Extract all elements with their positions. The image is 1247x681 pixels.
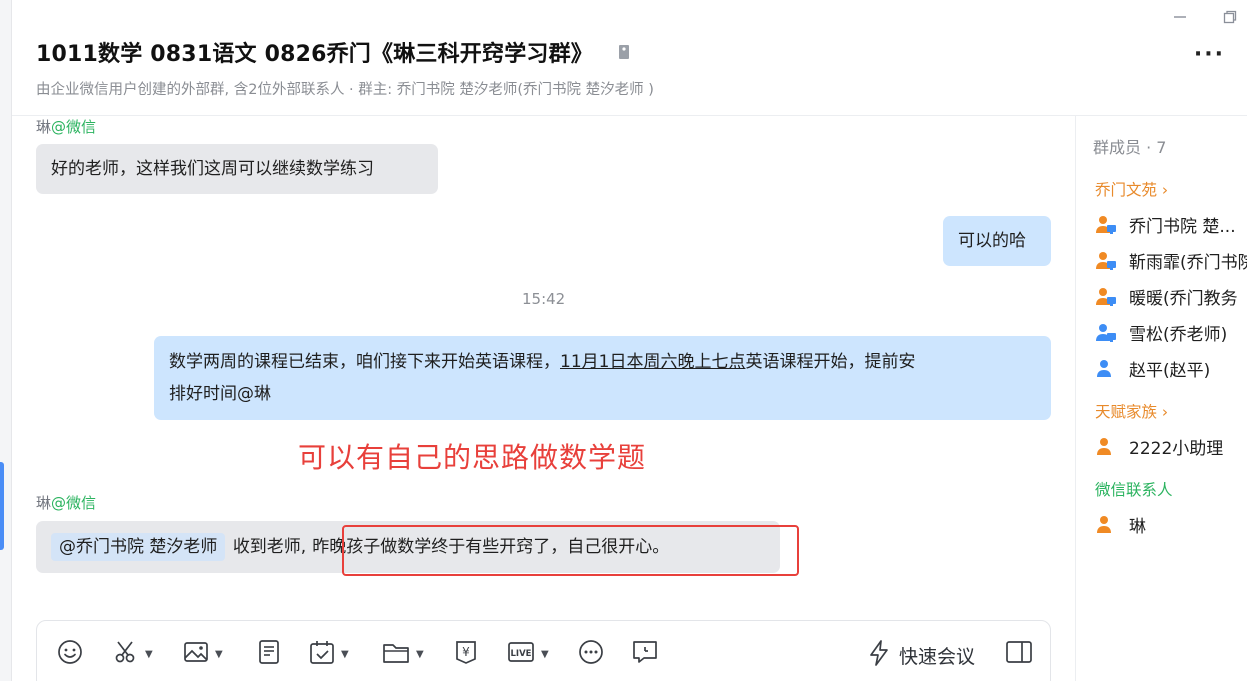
- member-item[interactable]: 2222小助理: [1095, 434, 1223, 459]
- member-group-header[interactable]: 乔门文苑 ›: [1095, 178, 1168, 200]
- document-button[interactable]: [256, 639, 282, 669]
- message-text: 数学两周的课程已结束，咱们接下来开始英语课程，: [169, 352, 560, 372]
- chat-box-icon: [631, 639, 659, 669]
- member-item[interactable]: 暖暖(乔门教务: [1095, 284, 1238, 309]
- chat-header: 1011数学 0831语文 0826乔门《琳三科开窍学习群》 由企业微信用户创建…: [36, 36, 1227, 99]
- member-item[interactable]: 雪松(乔老师): [1095, 320, 1227, 345]
- member-enterprise-icon: [1095, 287, 1116, 307]
- message-text: 英语课程开始，提前安: [745, 352, 916, 372]
- message-line: 排好时间@琳: [169, 384, 271, 404]
- image-button[interactable]: ▼: [183, 639, 223, 669]
- quick-meeting-label: 快速会议: [899, 645, 976, 668]
- emoji-button[interactable]: [57, 639, 83, 669]
- active-conversation-indicator: [0, 462, 4, 550]
- member-name: 雪松(乔老师): [1129, 325, 1228, 345]
- member-item[interactable]: 琳: [1095, 512, 1146, 537]
- yuan-glyph: ¥: [462, 645, 470, 659]
- minimize-icon[interactable]: [1171, 8, 1189, 26]
- red-highlight-box: [342, 525, 799, 576]
- toggle-sidebar-button[interactable]: [1005, 639, 1033, 669]
- member-icon: [1095, 515, 1115, 535]
- live-icon: LIVE: [507, 639, 535, 669]
- outgoing-message-bubble[interactable]: 数学两周的课程已结束，咱们接下来开始英语课程，11月1日本周六晚上七点英语课程开…: [154, 336, 1051, 420]
- quick-meeting-button[interactable]: 快速会议: [867, 639, 975, 671]
- members-panel: 群成员 · 7 乔门文苑 › 乔门书院 楚... 靳雨霏(乔门书院 暖暖(乔门教…: [1076, 116, 1247, 681]
- red-packet-button[interactable]: ¥: [453, 639, 479, 669]
- incoming-message-bubble[interactable]: 好的老师，这样我们这周可以继续数学练习: [36, 144, 438, 194]
- sender-name-text[interactable]: 琳: [36, 494, 51, 512]
- mention-tag[interactable]: @乔门书院 楚汐老师: [51, 533, 226, 561]
- more-circle-icon: [578, 639, 604, 669]
- member-enterprise-icon: [1095, 215, 1116, 235]
- sender-name-text[interactable]: 琳: [36, 118, 51, 136]
- member-enterprise-icon: [1095, 251, 1116, 271]
- wechat-tag: @微信: [51, 118, 97, 136]
- chat-subtitle: 由企业微信用户创建的外部群, 含2位外部联系人 · 群主: 乔门书院 楚汐老师(…: [36, 82, 654, 98]
- chat-title[interactable]: 1011数学 0831语文 0826乔门《琳三科开窍学习群》: [36, 36, 593, 68]
- schedule-button[interactable]: ▼: [309, 639, 349, 669]
- member-group-header[interactable]: 微信联系人: [1095, 478, 1173, 500]
- member-item[interactable]: 靳雨霏(乔门书院: [1095, 248, 1247, 273]
- chevron-down-icon[interactable]: ▼: [215, 649, 223, 660]
- live-button[interactable]: LIVE ▼: [507, 639, 549, 669]
- member-enterprise-icon: [1095, 323, 1116, 343]
- input-toolbar: ▼ ▼ ▼ ▼ ¥ LIVE ▼ 快速会议: [36, 620, 1051, 681]
- member-name: 2222小助理: [1129, 439, 1224, 459]
- chevron-down-icon[interactable]: ▼: [145, 649, 153, 660]
- left-sidebar-strip: [0, 0, 12, 681]
- message-list[interactable]: 琳@微信 好的老师，这样我们这周可以继续数学练习 可以的哈 15:42 数学两周…: [36, 116, 1051, 616]
- file-button[interactable]: ▼: [382, 639, 424, 669]
- document-icon: [256, 639, 282, 669]
- date-link[interactable]: 11月1日本周六晚上七点: [560, 352, 745, 372]
- tag-icon[interactable]: [615, 43, 633, 61]
- yuan-icon: ¥: [453, 639, 479, 669]
- sender-name: 琳@微信: [36, 116, 96, 137]
- more-options-button[interactable]: ···: [1194, 42, 1225, 67]
- window-controls: [1171, 8, 1239, 26]
- message-line: 数学两周的课程已结束，咱们接下来开始英语课程，11月1日本周六晚上七点英语课程开…: [169, 346, 1036, 378]
- member-name: 琳: [1129, 517, 1146, 537]
- sender-name: 琳@微信: [36, 492, 96, 513]
- sidebar-toggle-icon: [1005, 639, 1033, 669]
- restore-icon[interactable]: [1221, 8, 1239, 26]
- member-name: 暖暖(乔门教务: [1129, 289, 1238, 309]
- live-text: LIVE: [511, 649, 532, 659]
- member-name: 靳雨霏(乔门书院: [1129, 253, 1247, 273]
- member-group-header[interactable]: 天赋家族 ›: [1095, 400, 1168, 422]
- screenshot-button[interactable]: ▼: [113, 639, 153, 669]
- wechat-tag: @微信: [51, 494, 97, 512]
- member-item[interactable]: 赵平(赵平): [1095, 356, 1210, 381]
- emoji-icon: [57, 639, 83, 669]
- chevron-down-icon[interactable]: ▼: [541, 649, 549, 660]
- members-count: 群成员 · 7: [1093, 138, 1167, 157]
- outgoing-message-bubble[interactable]: 可以的哈: [943, 216, 1051, 266]
- chat-record-button[interactable]: [631, 639, 659, 669]
- chevron-down-icon[interactable]: ▼: [341, 649, 349, 660]
- folder-icon: [382, 639, 410, 669]
- image-icon: [183, 639, 209, 669]
- scissors-icon: [113, 639, 139, 669]
- calendar-check-icon: [309, 639, 335, 669]
- member-icon: [1095, 437, 1115, 457]
- more-tools-button[interactable]: [578, 639, 604, 669]
- message-text: 收到老师,: [232, 537, 307, 557]
- chevron-down-icon[interactable]: ▼: [416, 649, 424, 660]
- member-item[interactable]: 乔门书院 楚...: [1095, 212, 1236, 237]
- member-name: 乔门书院 楚...: [1129, 217, 1236, 237]
- member-icon: [1095, 359, 1115, 379]
- lightning-icon: [867, 639, 891, 671]
- member-name: 赵平(赵平): [1129, 361, 1211, 381]
- message-timestamp: 15:42: [522, 290, 566, 308]
- red-annotation-text: 可以有自己的思路做数学题: [298, 441, 647, 474]
